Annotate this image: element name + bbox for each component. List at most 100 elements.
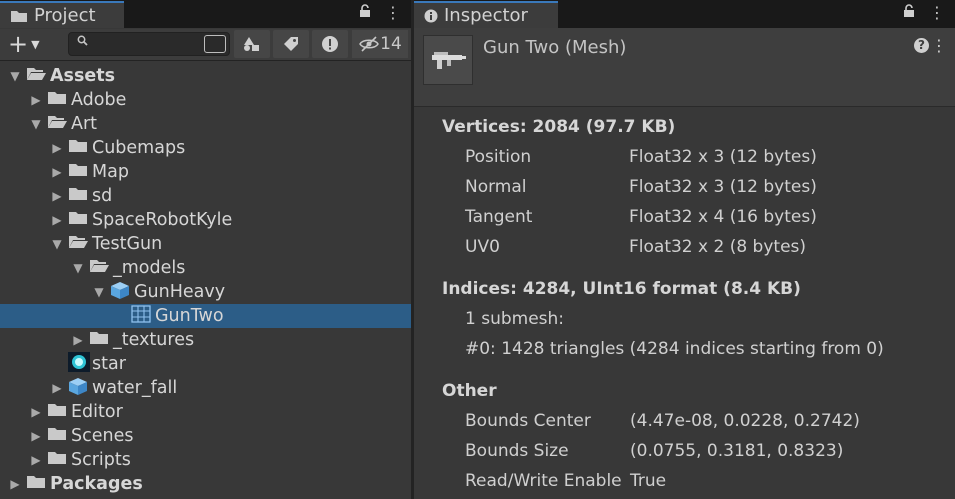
tree-row-star[interactable]: ▶star [0,351,411,377]
tree-row-label: Map [92,162,129,182]
tree-row-art[interactable]: ▼ Art [0,112,411,136]
expand-arrow-closed-icon[interactable]: ▶ [50,381,64,395]
inspector-header: Gun Two (Mesh) ? ⋮ [414,28,955,107]
mesh-icon [131,304,151,328]
tree-row-textures[interactable]: ▶ _textures [0,328,411,352]
expand-arrow-closed-icon[interactable]: ▶ [71,333,85,347]
search-field[interactable] [68,32,230,56]
shapes-icon [244,37,259,51]
advanced-search-icon[interactable] [204,35,226,53]
folder-open-icon [68,234,88,254]
tree-row-scripts[interactable]: ▶ Scripts [0,448,411,472]
tree-row-adobe[interactable]: ▶ Adobe [0,88,411,112]
other-name: Read/Write Enable [465,471,622,491]
tab-project[interactable]: Project [0,1,124,28]
tree-row-guntwo[interactable]: ▶GunTwo [0,304,411,328]
tree-row-label: _textures [113,330,195,350]
tree-row-water-fall[interactable]: ▶ water_fall [0,376,411,400]
search-by-type-button[interactable] [234,30,270,58]
eye-slash-icon [359,36,380,52]
tree-row-label: _models [113,258,186,278]
tree-row-scenes[interactable]: ▶ Scenes [0,424,411,448]
expand-arrow-open-icon[interactable]: ▼ [29,117,43,131]
project-tab-bar: Project ⋮ [0,0,411,28]
tree-row-testgun[interactable]: ▼ TestGun [0,232,411,256]
plus-icon: + [8,30,29,58]
tree-row-label: GunHeavy [134,282,226,302]
info-icon [424,9,438,22]
help-icon[interactable]: ? [914,38,929,53]
project-tab-label: Project [34,5,96,26]
tree-row-cubemaps[interactable]: ▶ Cubemaps [0,136,411,160]
tree-row-map[interactable]: ▶ Map [0,160,411,184]
attribute-value: Float32 x 2 (8 bytes) [629,237,807,257]
expand-arrow-open-icon[interactable]: ▼ [92,285,106,299]
folder-open-icon [47,114,67,134]
mesh-preview-thumbnail [423,35,473,85]
tree-row-label: SpaceRobotKyle [92,210,233,230]
folder-open-icon [26,66,46,86]
folder-icon [68,210,88,230]
search-icon [77,35,88,49]
tab-inspector[interactable]: Inspector [414,1,558,28]
tree-row-label: Editor [71,402,123,422]
kebab-menu-icon[interactable]: ⋮ [931,36,947,55]
other-value: (4.47e-08, 0.0228, 0.2742) [630,411,860,431]
attribute-value: Float32 x 3 (12 bytes) [629,177,817,197]
tree-row-label: GunTwo [155,306,224,326]
folder-icon [26,474,46,494]
attribute-value: Float32 x 4 (16 bytes) [629,207,817,227]
log-button[interactable] [312,30,348,58]
expand-arrow-closed-icon[interactable]: ▶ [29,405,43,419]
tree-row-editor[interactable]: ▶ Editor [0,400,411,424]
kebab-menu-icon[interactable]: ⋮ [385,3,401,22]
tree-row-packages[interactable]: ▶ Packages [0,472,411,496]
hidden-packages-toggle[interactable]: 14 [352,30,408,58]
other-header: Other [442,381,497,401]
tree-row-label: Packages [50,474,143,494]
tree-row-sd[interactable]: ▶ sd [0,184,411,208]
visibility-count: 14 [380,34,402,54]
expand-arrow-open-icon[interactable]: ▼ [50,237,64,251]
tree-row-label: Cubemaps [92,138,186,158]
lock-icon[interactable] [359,3,371,22]
attribute-name: UV0 [465,237,500,257]
tree-row-spacerobotkyle[interactable]: ▶ SpaceRobotKyle [0,208,411,232]
gun-icon [432,52,466,69]
attribute-name: Position [465,147,532,167]
tree-row-label: Scenes [71,426,134,446]
prefab-icon [110,281,130,304]
folder-icon [11,10,27,22]
tree-row-label: star [92,354,126,374]
expand-arrow-closed-icon[interactable]: ▶ [50,141,64,155]
tree-row-label: Scripts [71,450,131,470]
expand-arrow-open-icon[interactable]: ▼ [71,261,85,275]
material-icon [68,351,90,377]
expand-arrow-closed-icon[interactable]: ▶ [50,165,64,179]
kebab-menu-icon[interactable]: ⋮ [929,3,945,22]
warning-icon [322,36,338,52]
submesh-count: 1 submesh: [465,309,565,329]
expand-arrow-closed-icon[interactable]: ▶ [29,453,43,467]
tree-row-label: Assets [50,66,116,86]
expand-arrow-closed-icon[interactable]: ▶ [29,93,43,107]
expand-arrow-closed-icon[interactable]: ▶ [50,213,64,227]
expand-arrow-closed-icon[interactable]: ▶ [29,429,43,443]
search-by-label-button[interactable] [273,30,309,58]
tree-row-label: sd [92,186,113,206]
inspector-tab-bar: Inspector ⋮ [414,0,955,28]
expand-arrow-closed-icon[interactable]: ▶ [8,477,22,491]
expand-arrow-open-icon[interactable]: ▼ [8,69,22,83]
inspector-body: Vertices: 2084 (97.7 KB) Position Float3… [414,107,955,499]
folder-icon [68,186,88,206]
folder-icon [47,450,67,470]
lock-icon[interactable] [903,3,915,22]
indices-header: Indices: 4284, UInt16 format (8.4 KB) [442,279,801,299]
folder-icon [68,162,88,182]
other-name: Bounds Size [465,441,569,461]
tree-row-assets[interactable]: ▼ Assets [0,64,411,88]
expand-arrow-closed-icon[interactable]: ▶ [50,189,64,203]
tree-row-models[interactable]: ▼ _models [0,256,411,280]
tree-row-gunheavy[interactable]: ▼ GunHeavy [0,280,411,304]
create-button[interactable]: + ▼ [8,31,40,58]
